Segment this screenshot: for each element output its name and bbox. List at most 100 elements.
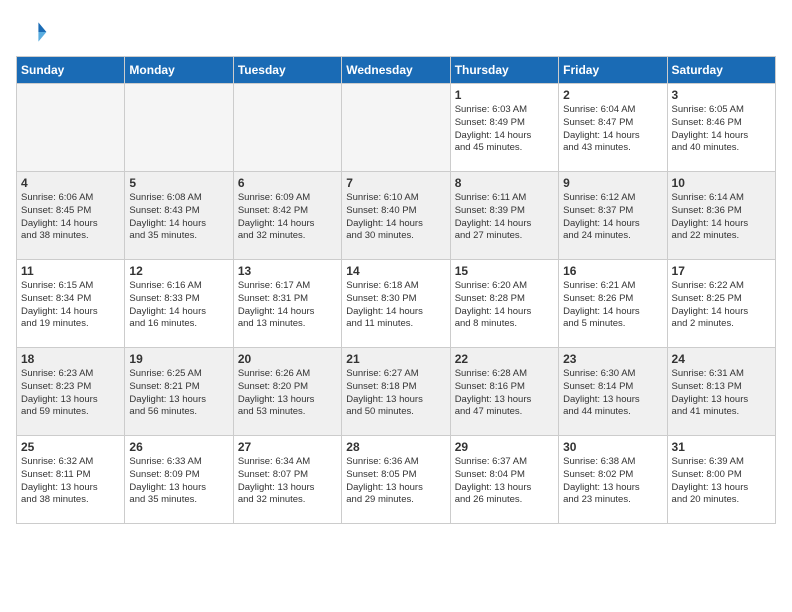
day-info: Sunrise: 6:05 AM Sunset: 8:46 PM Dayligh… <box>672 104 771 155</box>
day-info: Sunrise: 6:08 AM Sunset: 8:43 PM Dayligh… <box>129 192 228 243</box>
day-cell: 26 Sunrise: 6:33 AM Sunset: 8:09 PM Dayli… <box>125 436 233 524</box>
day-number: 23 <box>563 352 662 366</box>
day-info: Sunrise: 6:28 AM Sunset: 8:16 PM Dayligh… <box>455 368 554 419</box>
column-header-thursday: Thursday <box>450 57 558 84</box>
day-info: Sunrise: 6:36 AM Sunset: 8:05 PM Dayligh… <box>346 456 445 507</box>
day-info: Sunrise: 6:06 AM Sunset: 8:45 PM Dayligh… <box>21 192 120 243</box>
day-number: 20 <box>238 352 337 366</box>
day-cell: 2 Sunrise: 6:04 AM Sunset: 8:47 PM Daylig… <box>559 84 667 172</box>
day-info: Sunrise: 6:18 AM Sunset: 8:30 PM Dayligh… <box>346 280 445 331</box>
day-cell <box>342 84 450 172</box>
day-info: Sunrise: 6:32 AM Sunset: 8:11 PM Dayligh… <box>21 456 120 507</box>
day-number: 24 <box>672 352 771 366</box>
day-info: Sunrise: 6:22 AM Sunset: 8:25 PM Dayligh… <box>672 280 771 331</box>
day-number: 18 <box>21 352 120 366</box>
day-info: Sunrise: 6:17 AM Sunset: 8:31 PM Dayligh… <box>238 280 337 331</box>
day-number: 2 <box>563 88 662 102</box>
page-header <box>16 16 776 48</box>
day-cell: 18 Sunrise: 6:23 AM Sunset: 8:23 PM Dayli… <box>17 348 125 436</box>
day-info: Sunrise: 6:03 AM Sunset: 8:49 PM Dayligh… <box>455 104 554 155</box>
day-cell: 27 Sunrise: 6:34 AM Sunset: 8:07 PM Dayli… <box>233 436 341 524</box>
day-number: 9 <box>563 176 662 190</box>
day-info: Sunrise: 6:34 AM Sunset: 8:07 PM Dayligh… <box>238 456 337 507</box>
day-info: Sunrise: 6:15 AM Sunset: 8:34 PM Dayligh… <box>21 280 120 331</box>
day-number: 15 <box>455 264 554 278</box>
column-header-sunday: Sunday <box>17 57 125 84</box>
day-cell: 9 Sunrise: 6:12 AM Sunset: 8:37 PM Daylig… <box>559 172 667 260</box>
day-info: Sunrise: 6:33 AM Sunset: 8:09 PM Dayligh… <box>129 456 228 507</box>
week-row-4: 18 Sunrise: 6:23 AM Sunset: 8:23 PM Dayli… <box>17 348 776 436</box>
day-number: 5 <box>129 176 228 190</box>
day-cell: 16 Sunrise: 6:21 AM Sunset: 8:26 PM Dayli… <box>559 260 667 348</box>
day-cell: 14Sunrise: 6:18 AM Sunset: 8:30 PM Dayli… <box>342 260 450 348</box>
day-cell: 15 Sunrise: 6:20 AM Sunset: 8:28 PM Dayli… <box>450 260 558 348</box>
week-row-2: 4Sunrise: 6:06 AM Sunset: 8:45 PM Daylig… <box>17 172 776 260</box>
day-number: 1 <box>455 88 554 102</box>
day-number: 11 <box>21 264 120 278</box>
day-number: 27 <box>238 440 337 454</box>
day-number: 26 <box>129 440 228 454</box>
day-info: Sunrise: 6:23 AM Sunset: 8:23 PM Dayligh… <box>21 368 120 419</box>
day-info: Sunrise: 6:16 AM Sunset: 8:33 PM Dayligh… <box>129 280 228 331</box>
day-cell: 10 Sunrise: 6:14 AM Sunset: 8:36 PM Dayli… <box>667 172 775 260</box>
day-number: 10 <box>672 176 771 190</box>
day-cell: 12 Sunrise: 6:16 AM Sunset: 8:33 PM Dayli… <box>125 260 233 348</box>
day-info: Sunrise: 6:30 AM Sunset: 8:14 PM Dayligh… <box>563 368 662 419</box>
day-number: 12 <box>129 264 228 278</box>
day-number: 31 <box>672 440 771 454</box>
day-info: Sunrise: 6:12 AM Sunset: 8:37 PM Dayligh… <box>563 192 662 243</box>
day-cell <box>233 84 341 172</box>
day-cell: 7 Sunrise: 6:10 AM Sunset: 8:40 PM Daylig… <box>342 172 450 260</box>
day-info: Sunrise: 6:26 AM Sunset: 8:20 PM Dayligh… <box>238 368 337 419</box>
day-cell: 24 Sunrise: 6:31 AM Sunset: 8:13 PM Dayli… <box>667 348 775 436</box>
day-cell: 25 Sunrise: 6:32 AM Sunset: 8:11 PM Dayli… <box>17 436 125 524</box>
day-number: 13 <box>238 264 337 278</box>
day-number: 16 <box>563 264 662 278</box>
week-row-3: 11 Sunrise: 6:15 AM Sunset: 8:34 PM Dayli… <box>17 260 776 348</box>
day-cell: 31 Sunrise: 6:39 AM Sunset: 8:00 PM Dayli… <box>667 436 775 524</box>
day-number: 17 <box>672 264 771 278</box>
day-cell: 5 Sunrise: 6:08 AM Sunset: 8:43 PM Daylig… <box>125 172 233 260</box>
day-cell: 20 Sunrise: 6:26 AM Sunset: 8:20 PM Dayli… <box>233 348 341 436</box>
day-info: Sunrise: 6:31 AM Sunset: 8:13 PM Dayligh… <box>672 368 771 419</box>
column-header-saturday: Saturday <box>667 57 775 84</box>
day-info: Sunrise: 6:27 AM Sunset: 8:18 PM Dayligh… <box>346 368 445 419</box>
day-cell: 29 Sunrise: 6:37 AM Sunset: 8:04 PM Dayli… <box>450 436 558 524</box>
day-info: Sunrise: 6:09 AM Sunset: 8:42 PM Dayligh… <box>238 192 337 243</box>
day-info: Sunrise: 6:39 AM Sunset: 8:00 PM Dayligh… <box>672 456 771 507</box>
day-cell: 30 Sunrise: 6:38 AM Sunset: 8:02 PM Dayli… <box>559 436 667 524</box>
day-number: 25 <box>21 440 120 454</box>
day-number: 19 <box>129 352 228 366</box>
day-number: 8 <box>455 176 554 190</box>
day-number: 28 <box>346 440 445 454</box>
day-cell: 21 Sunrise: 6:27 AM Sunset: 8:18 PM Dayli… <box>342 348 450 436</box>
day-info: Sunrise: 6:38 AM Sunset: 8:02 PM Dayligh… <box>563 456 662 507</box>
day-cell: 8Sunrise: 6:11 AM Sunset: 8:39 PM Daylig… <box>450 172 558 260</box>
day-number: 7 <box>346 176 445 190</box>
header-row: SundayMondayTuesdayWednesdayThursdayFrid… <box>17 57 776 84</box>
week-row-1: 1 Sunrise: 6:03 AM Sunset: 8:49 PM Daylig… <box>17 84 776 172</box>
day-number: 22 <box>455 352 554 366</box>
day-info: Sunrise: 6:04 AM Sunset: 8:47 PM Dayligh… <box>563 104 662 155</box>
day-info: Sunrise: 6:10 AM Sunset: 8:40 PM Dayligh… <box>346 192 445 243</box>
day-info: Sunrise: 6:20 AM Sunset: 8:28 PM Dayligh… <box>455 280 554 331</box>
day-number: 29 <box>455 440 554 454</box>
column-header-tuesday: Tuesday <box>233 57 341 84</box>
day-cell: 23 Sunrise: 6:30 AM Sunset: 8:14 PM Dayli… <box>559 348 667 436</box>
column-header-friday: Friday <box>559 57 667 84</box>
column-header-monday: Monday <box>125 57 233 84</box>
day-info: Sunrise: 6:37 AM Sunset: 8:04 PM Dayligh… <box>455 456 554 507</box>
day-info: Sunrise: 6:14 AM Sunset: 8:36 PM Dayligh… <box>672 192 771 243</box>
day-number: 21 <box>346 352 445 366</box>
day-cell: 28 Sunrise: 6:36 AM Sunset: 8:05 PM Dayli… <box>342 436 450 524</box>
day-cell: 4Sunrise: 6:06 AM Sunset: 8:45 PM Daylig… <box>17 172 125 260</box>
day-info: Sunrise: 6:21 AM Sunset: 8:26 PM Dayligh… <box>563 280 662 331</box>
day-cell: 19 Sunrise: 6:25 AM Sunset: 8:21 PM Dayli… <box>125 348 233 436</box>
day-info: Sunrise: 6:25 AM Sunset: 8:21 PM Dayligh… <box>129 368 228 419</box>
day-number: 3 <box>672 88 771 102</box>
day-cell: 22 Sunrise: 6:28 AM Sunset: 8:16 PM Dayli… <box>450 348 558 436</box>
week-row-5: 25 Sunrise: 6:32 AM Sunset: 8:11 PM Dayli… <box>17 436 776 524</box>
day-number: 30 <box>563 440 662 454</box>
day-cell: 1 Sunrise: 6:03 AM Sunset: 8:49 PM Daylig… <box>450 84 558 172</box>
logo-icon <box>16 16 48 48</box>
